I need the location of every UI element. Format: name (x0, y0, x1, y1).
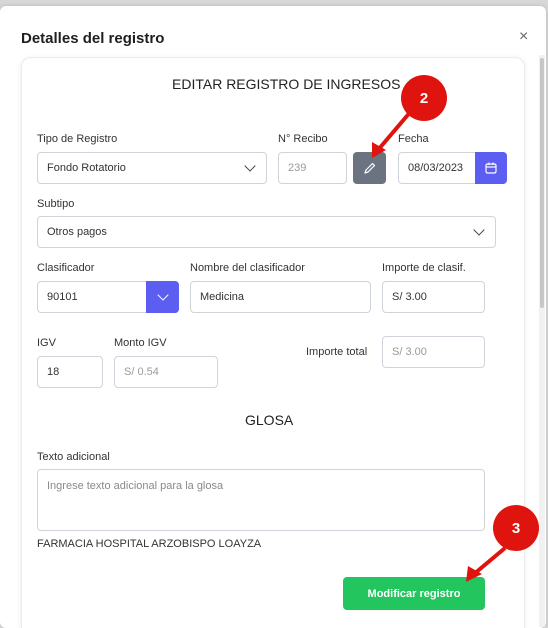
arrow-3-line (472, 546, 507, 576)
annotation-arrows (372, 108, 507, 582)
arrow-2-line (376, 108, 414, 152)
annotation-marker-2: 2 (401, 75, 447, 121)
annotation-marker-3: 3 (493, 505, 539, 551)
